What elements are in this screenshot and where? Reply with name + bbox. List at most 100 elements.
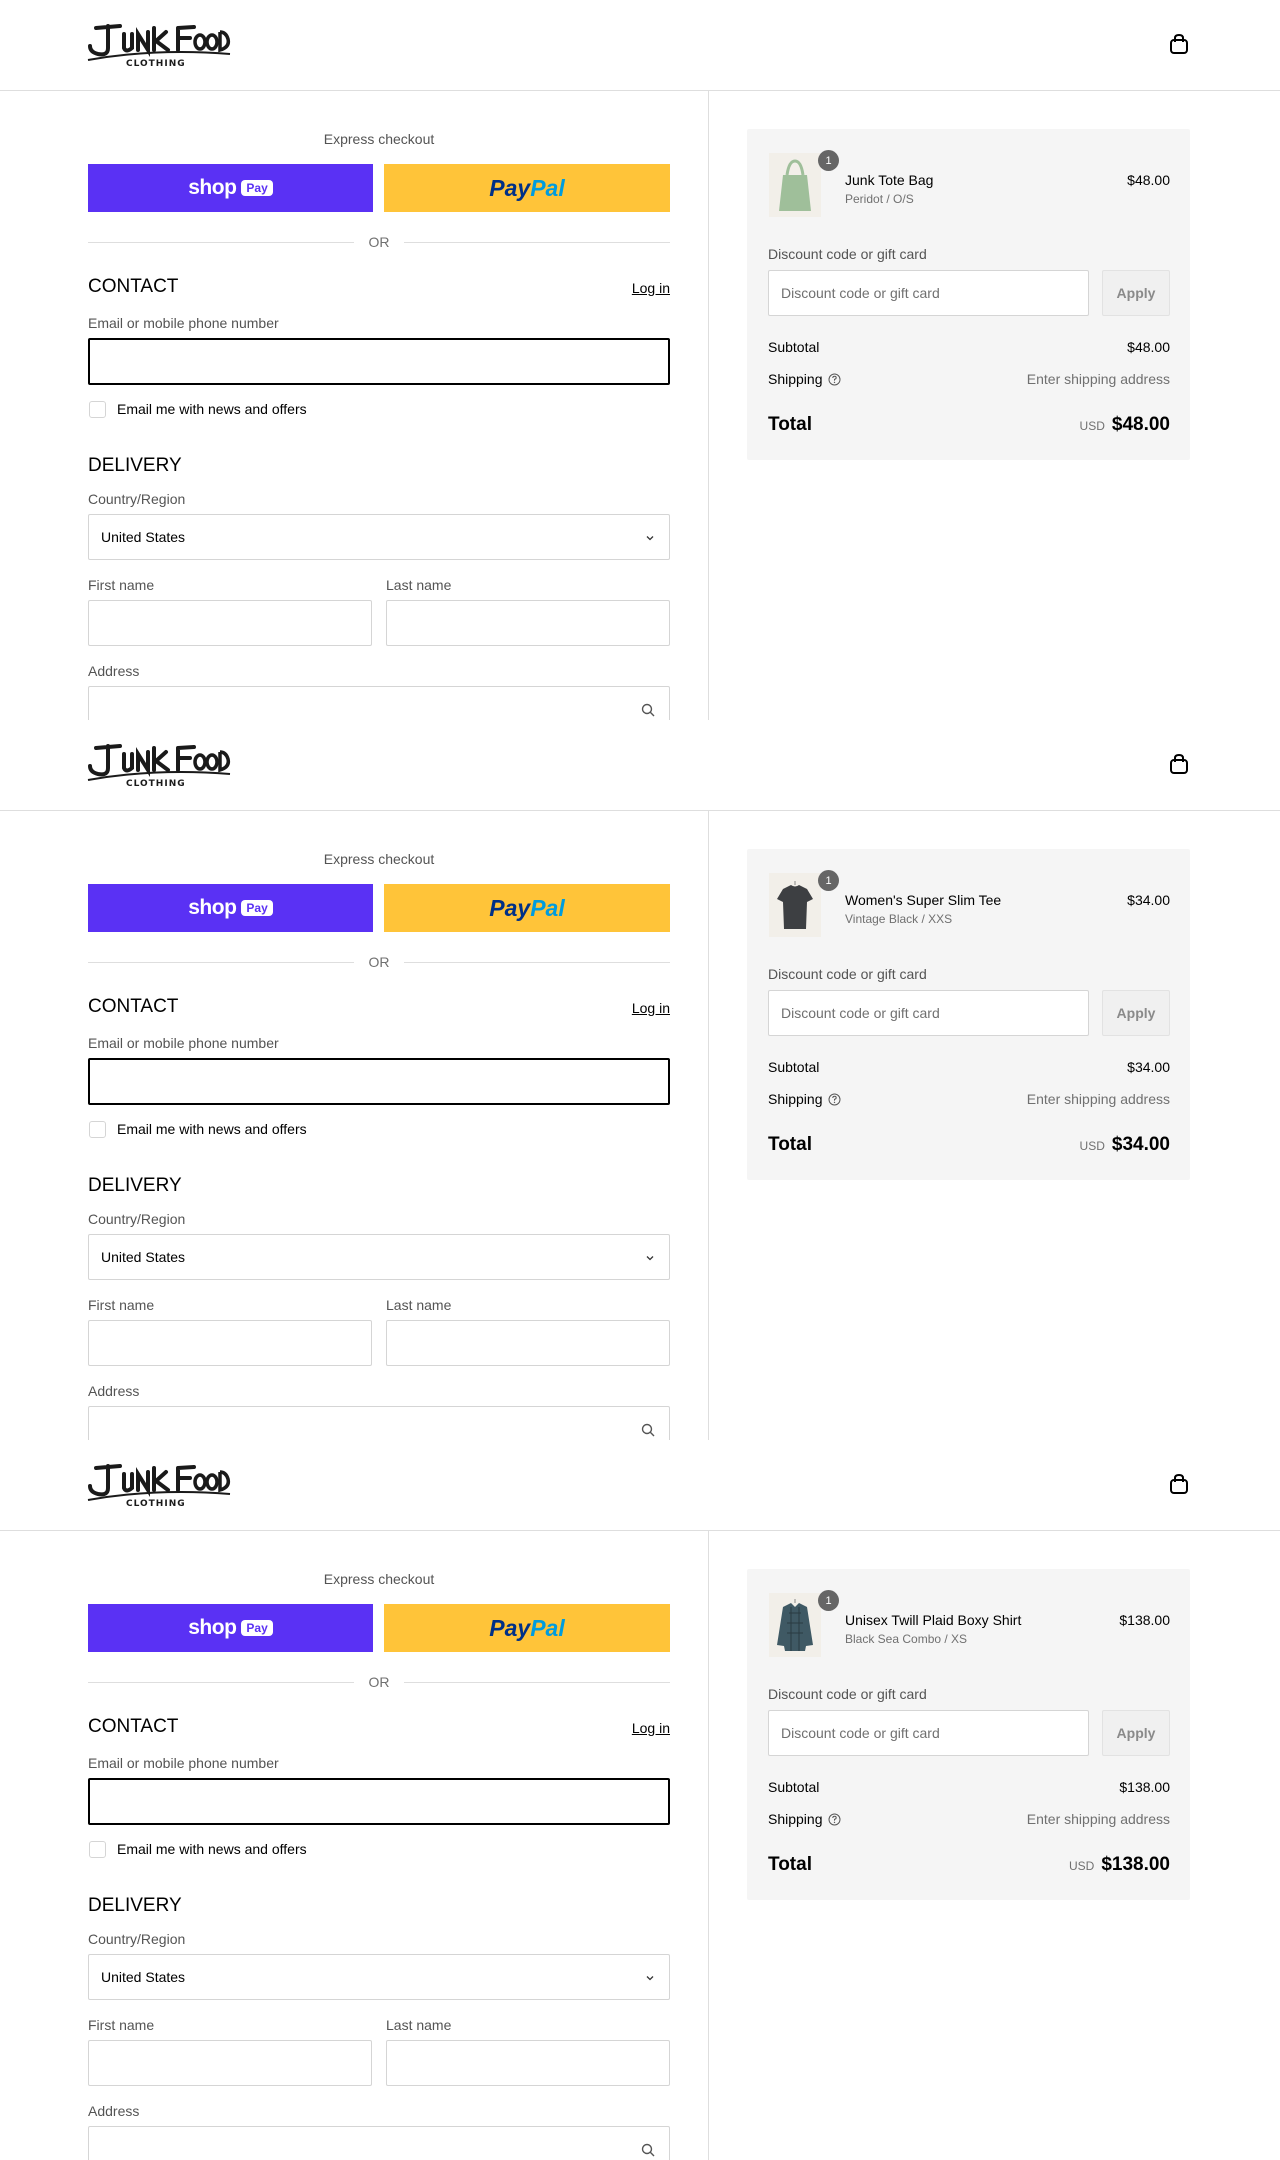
or-divider-left — [88, 1682, 354, 1683]
discount-label: Discount code or gift card — [768, 1686, 927, 1702]
paypal-wordmark-2: Pal — [530, 894, 565, 921]
country-select[interactable]: United States — [88, 1954, 670, 2000]
currency-code: USD — [1068, 1859, 1095, 1873]
paypal-button[interactable]: Pay Pal — [384, 1604, 670, 1652]
product-image — [769, 1593, 821, 1657]
chevron-down-icon — [646, 1976, 654, 1981]
total-value: USD $48.00 — [1080, 414, 1170, 436]
help-circle-icon[interactable] — [828, 1813, 841, 1826]
apply-button[interactable]: Apply — [1102, 990, 1170, 1036]
shopping-bag-icon[interactable] — [1168, 753, 1190, 775]
total-value: USD $34.00 — [1080, 1134, 1170, 1156]
order-summary: 1 Women's Super Slim Tee Vintage Black /… — [747, 849, 1190, 1180]
email-field[interactable] — [88, 1778, 670, 1825]
help-circle-icon[interactable] — [828, 373, 841, 386]
paypal-wordmark-1: Pay — [489, 174, 531, 201]
address-field[interactable] — [88, 1406, 670, 1440]
shipping-text: Shipping — [768, 1811, 823, 1827]
product-thumbnail — [769, 1593, 821, 1657]
discount-placeholder: Discount code or gift card — [781, 1725, 940, 1741]
address-label: Address — [88, 663, 140, 679]
newsletter-checkbox[interactable] — [89, 1841, 106, 1858]
apply-button[interactable]: Apply — [1102, 1710, 1170, 1756]
discount-input[interactable]: Discount code or gift card — [768, 1710, 1089, 1756]
address-field[interactable] — [88, 2126, 670, 2160]
shipping-label: Shipping — [768, 1091, 841, 1107]
discount-input[interactable]: Discount code or gift card — [768, 990, 1089, 1036]
search-icon — [641, 2143, 655, 2157]
address-field[interactable] — [88, 686, 670, 720]
shop-pay-button[interactable]: shop Pay — [88, 164, 373, 212]
last-name-field[interactable] — [386, 600, 670, 646]
shipping-value: Enter shipping address — [1026, 1091, 1170, 1107]
discount-label: Discount code or gift card — [768, 246, 927, 262]
or-divider-text: OR — [368, 954, 390, 970]
express-checkout-label: Express checkout — [323, 1571, 435, 1587]
first-name-field[interactable] — [88, 2040, 372, 2086]
product-name: Junk Tote Bag — [845, 172, 934, 188]
country-label: Country/Region — [88, 491, 186, 507]
newsletter-checkbox[interactable] — [89, 401, 106, 418]
order-summary: 1 Unisex Twill Plaid Boxy Shirt Black Se… — [747, 1569, 1190, 1900]
country-select[interactable]: United States — [88, 514, 670, 560]
currency-code: USD — [1079, 419, 1105, 433]
currency-code: USD — [1079, 1139, 1105, 1153]
discount-input[interactable]: Discount code or gift card — [768, 270, 1089, 316]
column-divider — [708, 1531, 709, 2160]
newsletter-checkbox[interactable] — [89, 1121, 106, 1138]
product-image — [769, 873, 821, 937]
site-header: CLOTHING — [0, 1440, 1280, 1531]
product-variant: Black Sea Combo / XS — [845, 1632, 968, 1646]
order-summary: 1 Junk Tote Bag Peridot / O/S $48.00 Dis… — [747, 129, 1190, 460]
first-name-field[interactable] — [88, 600, 372, 646]
subtotal-label: Subtotal — [768, 339, 819, 355]
or-divider-right — [404, 242, 670, 243]
log-in-link[interactable]: Log in — [620, 280, 670, 296]
product-price: $138.00 — [1119, 1612, 1170, 1628]
product-image — [769, 153, 821, 217]
quantity-badge: 1 — [818, 870, 839, 891]
shop-pay-wordmark: shop — [188, 1616, 237, 1639]
product-name: Unisex Twill Plaid Boxy Shirt — [845, 1612, 1022, 1628]
subtotal-value: $48.00 — [1127, 339, 1170, 355]
first-name-field[interactable] — [88, 1320, 372, 1366]
column-divider — [708, 811, 709, 1440]
subtotal-label: Subtotal — [768, 1779, 819, 1795]
total-label: Total — [768, 1854, 812, 1875]
paypal-button[interactable]: Pay Pal — [384, 164, 670, 212]
help-circle-icon[interactable] — [828, 1093, 841, 1106]
email-field[interactable] — [88, 1058, 670, 1105]
country-select[interactable]: United States — [88, 1234, 670, 1280]
shopping-bag-icon[interactable] — [1168, 33, 1190, 55]
shop-pay-button[interactable]: shop Pay — [88, 1604, 373, 1652]
log-in-link[interactable]: Log in — [620, 1000, 670, 1016]
paypal-button[interactable]: Pay Pal — [384, 884, 670, 932]
column-divider — [708, 91, 709, 720]
total-value: USD $138.00 — [1069, 1854, 1170, 1876]
shipping-value: Enter shipping address — [1026, 371, 1170, 387]
email-field[interactable] — [88, 338, 670, 385]
apply-button[interactable]: Apply — [1102, 270, 1170, 316]
address-label: Address — [88, 2103, 140, 2119]
product-variant: Vintage Black / XXS — [845, 912, 953, 926]
site-header: CLOTHING — [0, 720, 1280, 811]
last-name-label: Last name — [386, 577, 452, 593]
express-checkout-label: Express checkout — [323, 131, 435, 147]
logo-subtext: CLOTHING — [126, 59, 186, 68]
junk-food-logo[interactable]: CLOTHING — [86, 1460, 232, 1508]
shipping-value: Enter shipping address — [1026, 1811, 1170, 1827]
junk-food-logo[interactable]: CLOTHING — [86, 740, 232, 788]
shop-pay-button[interactable]: shop Pay — [88, 884, 373, 932]
country-label: Country/Region — [88, 1931, 186, 1947]
logo-subtext: CLOTHING — [126, 779, 186, 788]
last-name-field[interactable] — [386, 1320, 670, 1366]
junk-food-logo[interactable]: CLOTHING — [86, 20, 232, 68]
country-value: United States — [101, 1249, 186, 1265]
total-amount: $34.00 — [1111, 1134, 1170, 1155]
log-in-link[interactable]: Log in — [620, 1720, 670, 1736]
shopping-bag-icon[interactable] — [1168, 1473, 1190, 1495]
shipping-label: Shipping — [768, 371, 841, 387]
last-name-field[interactable] — [386, 2040, 670, 2086]
last-name-label: Last name — [386, 1297, 452, 1313]
discount-placeholder: Discount code or gift card — [781, 1005, 940, 1021]
